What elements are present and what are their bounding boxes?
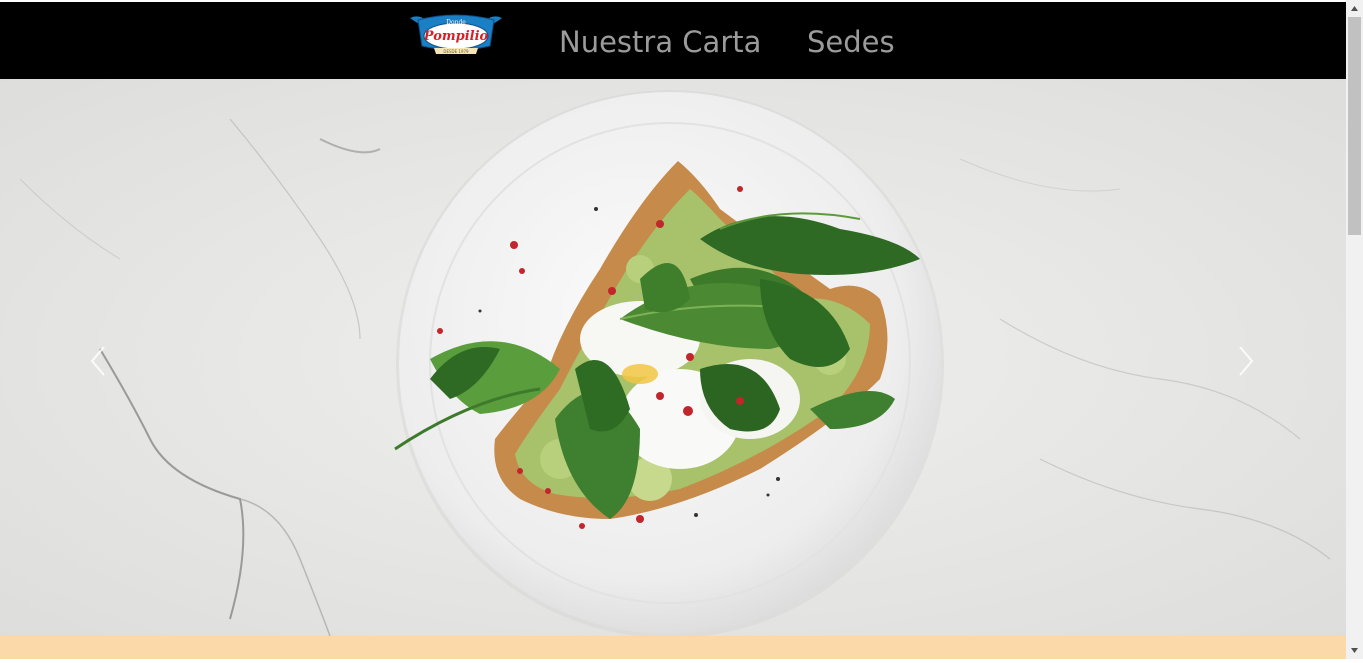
chevron-left-icon <box>90 346 105 376</box>
nav-link-sedes[interactable]: Sedes <box>807 24 895 60</box>
carousel-prev-button[interactable] <box>84 341 114 381</box>
page-scrollbar[interactable] <box>1346 0 1363 659</box>
next-section-band <box>0 636 1346 659</box>
nav-link-nuestra-carta[interactable]: Nuestra Carta <box>559 24 761 60</box>
scroll-down-arrow-icon <box>1351 648 1358 653</box>
carousel-next-button[interactable] <box>1230 341 1260 381</box>
scrollbar-thumb[interactable] <box>1348 17 1361 235</box>
scroll-down-button[interactable] <box>1346 642 1363 659</box>
hero-slide-image <box>0 79 1346 636</box>
logo-text-top: Donde <box>446 19 466 26</box>
hero-carousel <box>0 79 1346 636</box>
brand-logo[interactable]: Donde Pompilio DESDE 1979 <box>408 12 504 58</box>
scroll-up-button[interactable] <box>1346 0 1363 17</box>
logo-text-main: Pompilio <box>423 29 489 44</box>
brand-logo-icon: Donde Pompilio DESDE 1979 <box>410 14 502 54</box>
top-navbar: Donde Pompilio DESDE 1979 Nuestra Carta … <box>0 2 1346 79</box>
logo-text-bottom: DESDE 1979 <box>443 49 469 54</box>
scroll-up-arrow-icon <box>1351 6 1358 11</box>
chevron-right-icon <box>1239 346 1254 376</box>
